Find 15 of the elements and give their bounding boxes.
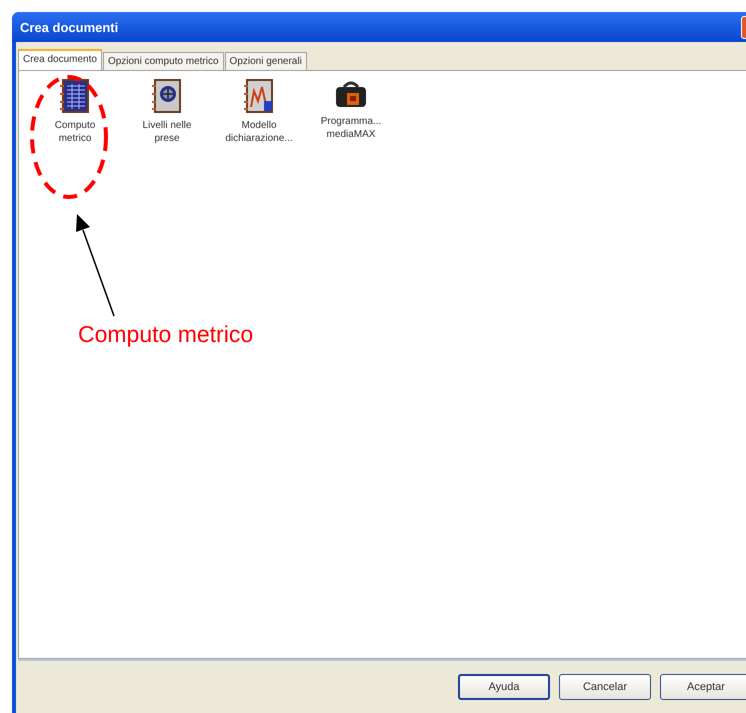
dialog-button[interactable]: Aceptar <box>660 674 746 700</box>
document-type-item[interactable]: Modello dichiarazione... <box>215 79 303 145</box>
dialog-button[interactable]: Ayuda <box>458 674 550 700</box>
document-type-item[interactable]: Programma... mediaMAX <box>307 79 395 141</box>
annotation-label: Computo metrico <box>78 321 254 348</box>
window-title: Crea documenti <box>20 20 118 34</box>
tab[interactable]: Opzioni generali <box>224 52 307 70</box>
notebook-chart-icon <box>244 79 274 113</box>
document-type-item[interactable]: Livelli nelle prese <box>123 79 211 145</box>
dialog-button[interactable]: Cancelar <box>559 674 651 700</box>
tab[interactable]: Crea documento <box>18 49 102 70</box>
tab[interactable]: Opzioni computo metrico <box>102 52 224 70</box>
bag-icon <box>334 79 368 109</box>
document-type-item[interactable]: Computo metrico <box>31 79 119 145</box>
table-sheet-icon <box>60 79 90 113</box>
